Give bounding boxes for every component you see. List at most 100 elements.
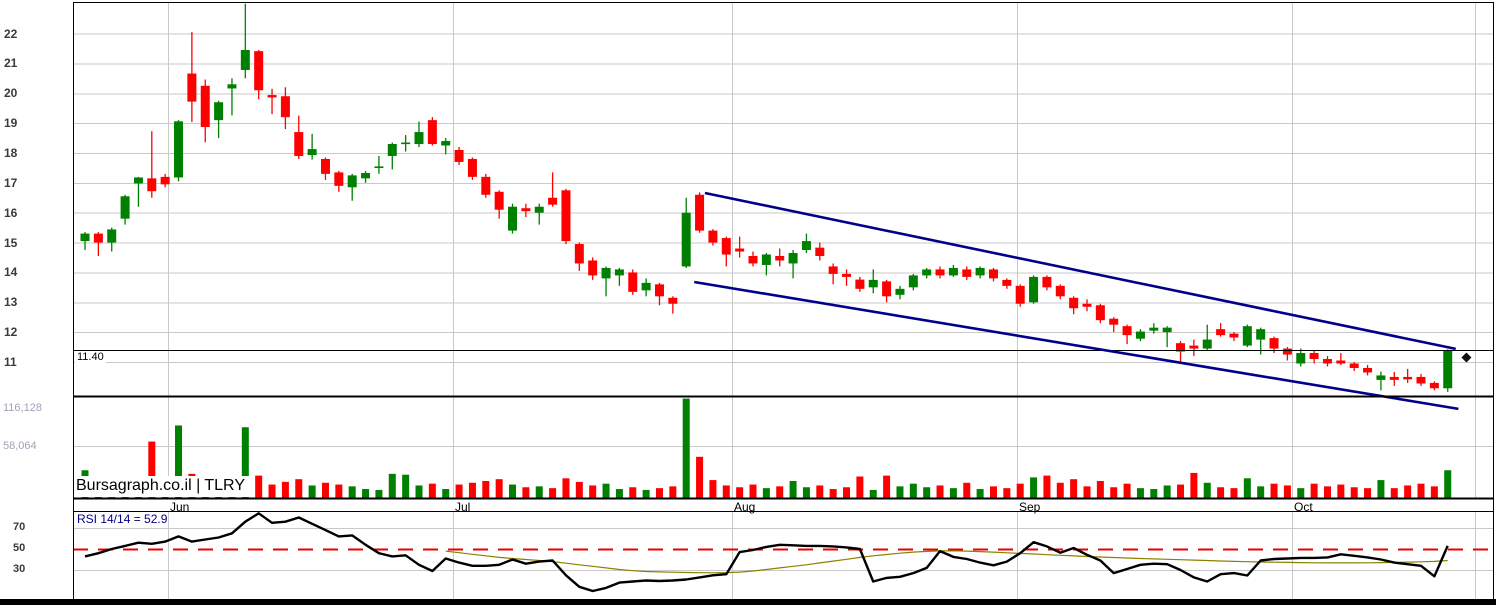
volume-bar (509, 484, 517, 498)
volume-bar (1070, 479, 1078, 498)
candle-body (1322, 359, 1332, 364)
rsi-axis-tick: 30 (13, 563, 26, 575)
volume-bar (829, 489, 837, 498)
candle-body (962, 269, 972, 277)
volume-bar (963, 482, 971, 498)
candle-body (1149, 327, 1159, 331)
candle-body (1055, 285, 1065, 297)
volume-bar (909, 483, 917, 498)
candle-body (107, 229, 117, 243)
volume-bar (1390, 488, 1398, 498)
bottom-border-band (0, 599, 1496, 605)
volume-bar (495, 479, 503, 498)
price-axis-tick: 13 (4, 295, 18, 310)
candlesticks (80, 3, 1453, 392)
candle-body (454, 149, 464, 162)
candle-body (174, 121, 184, 178)
rsi-line (84, 512, 1449, 593)
candle-body (240, 49, 250, 70)
candle-body (441, 141, 451, 146)
candle-body (654, 284, 664, 297)
watermark: Bursagraph.co.il | TLRY (74, 476, 249, 497)
candle-body (761, 254, 771, 265)
volume-bar (442, 489, 450, 498)
candle-body (614, 269, 624, 276)
candle-body (735, 248, 745, 252)
volume-bar (1270, 483, 1278, 498)
candle-body (187, 73, 197, 102)
candle-body (1429, 382, 1439, 389)
candle-body (788, 253, 798, 264)
candle-body (1229, 333, 1239, 338)
candle-body (935, 269, 945, 276)
volume-bar (428, 483, 436, 498)
price-axis-tick: 17 (4, 175, 18, 190)
candle-body (347, 175, 357, 188)
volume-bar (1257, 486, 1265, 498)
volume-bar (1003, 488, 1011, 498)
volume-bar (1243, 478, 1251, 498)
candle-body (481, 176, 491, 195)
volume-bar (335, 484, 343, 498)
volume-bar (1444, 470, 1452, 498)
volume-bar (682, 398, 690, 498)
volume-bar (402, 474, 410, 498)
volume-bar (602, 483, 610, 498)
volume-bar (455, 484, 463, 498)
volume-bar (1377, 480, 1385, 498)
chart-canvas[interactable] (0, 0, 1496, 606)
volume-bar (575, 481, 583, 498)
candle-body (1389, 376, 1399, 380)
candle-body (1443, 350, 1453, 389)
candle-body (133, 177, 143, 184)
candle-body (120, 196, 130, 219)
candle-body (1162, 327, 1172, 333)
volume-bar (869, 489, 877, 498)
candle-body (574, 244, 584, 264)
volume-bar (1150, 489, 1158, 498)
candle-body (1256, 329, 1266, 340)
last-price-diamond-marker (1461, 352, 1472, 363)
price-axis-tick: 21 (4, 56, 18, 71)
price-axis-tick: 15 (4, 235, 18, 250)
volume-bar (976, 489, 984, 498)
volume-bar (736, 487, 744, 498)
candle-body (948, 267, 958, 276)
volume-bar (482, 480, 490, 498)
candle-body (668, 297, 678, 304)
volume-bar (923, 487, 931, 498)
candle-body (988, 269, 998, 279)
volume-bar (522, 487, 530, 498)
candle-body (882, 281, 892, 297)
price-axis-tick: 19 (4, 116, 18, 131)
candle-body (508, 206, 518, 231)
candle-body (494, 191, 504, 210)
volume-bars (81, 398, 1452, 498)
volume-bar (776, 486, 784, 498)
candle-body (1403, 376, 1413, 380)
candle-body (588, 260, 598, 276)
volume-bar (388, 473, 396, 498)
candle-body (1002, 279, 1012, 286)
volume-bar (696, 456, 704, 498)
volume-bar (1364, 488, 1372, 498)
candle-body (641, 282, 651, 291)
price-axis-tick: 14 (4, 265, 18, 280)
candle-body (1029, 276, 1039, 303)
candle-body (80, 233, 90, 242)
candle-body (521, 208, 531, 212)
volume-bar (321, 482, 329, 498)
volume-bar (535, 486, 543, 498)
candle-body (628, 272, 638, 292)
volume-bar (1350, 487, 1358, 498)
candle-body (267, 95, 277, 98)
volume-bar (1177, 484, 1185, 498)
volume-bar (348, 486, 356, 498)
candle-body (147, 178, 157, 192)
volume-bar (1016, 483, 1024, 498)
volume-bar (549, 488, 557, 498)
last-price-label: 11.40 (75, 351, 106, 363)
volume-bar (989, 486, 997, 498)
candle-body (1242, 326, 1252, 346)
volume-bar (1337, 484, 1345, 498)
